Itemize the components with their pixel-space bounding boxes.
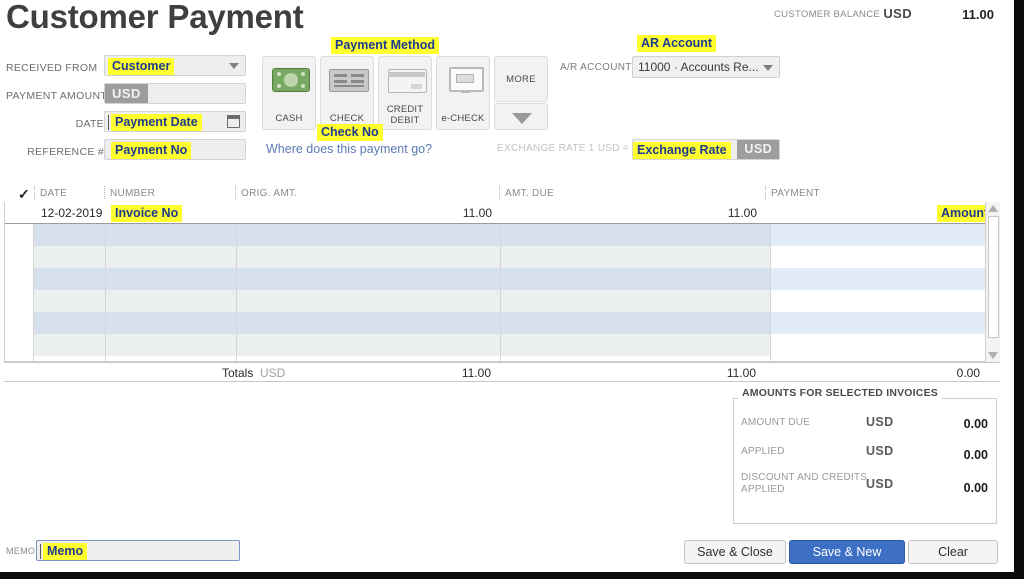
discount-credits-value: 0.00: [963, 481, 988, 495]
amount-annotation: Amount: [937, 205, 993, 222]
received-from-label: RECEIVED FROM: [6, 62, 98, 74]
payment-amount-label: PAYMENT AMOUNT: [6, 90, 108, 102]
payment-method-annotation: Payment Method: [331, 37, 440, 54]
cash-icon: [272, 68, 310, 92]
exchange-rate-currency: USD: [737, 140, 779, 159]
page-title: Customer Payment: [6, 0, 304, 35]
amount-due-value: 0.00: [963, 417, 988, 431]
select-all-checkmark-icon[interactable]: ✓: [18, 186, 30, 203]
column-header-orig-amt[interactable]: ORIG. AMT.: [241, 188, 297, 199]
payment-method-check[interactable]: CHECK: [320, 56, 374, 130]
payment-method-echeck-label: e-CHECK: [441, 113, 485, 124]
exchange-rate-annotation: Exchange Rate: [633, 142, 731, 159]
customer-balance-label: CUSTOMER BALANCE: [774, 9, 880, 20]
column-header-payment[interactable]: PAYMENT: [771, 188, 820, 199]
memo-label: MEMO: [6, 546, 36, 556]
grid-vertical-scrollbar[interactable]: [985, 202, 1000, 362]
date-field[interactable]: Payment Date: [104, 111, 246, 132]
check-icon: [329, 69, 369, 92]
ar-account-select[interactable]: 11000 · Accounts Re...: [632, 56, 780, 78]
window-bottom-edge: [0, 572, 1024, 579]
invoice-grid-body: 12-02-2019 Invoice No 11.00 11.00 Amount: [4, 202, 1000, 362]
column-header-date[interactable]: DATE: [40, 188, 67, 199]
where-does-payment-go-link[interactable]: Where does this payment go?: [266, 142, 432, 156]
cell-date: 12-02-2019: [41, 206, 103, 220]
window-right-edge: [1014, 0, 1024, 579]
totals-row: Totals USD 11.00 11.00 0.00: [4, 362, 1000, 382]
chevron-down-icon: [512, 113, 532, 124]
discount-credits-currency: USD: [866, 477, 894, 491]
clear-label: Clear: [938, 545, 968, 559]
save-and-new-label: Save & New: [812, 545, 882, 559]
echeck-monitor-icon: [449, 67, 484, 93]
payment-method-cash-label: CASH: [275, 113, 303, 124]
payment-amount-field[interactable]: USD: [104, 83, 246, 104]
cell-amt-due: 11.00: [727, 206, 757, 220]
invoice-grid-header: ✓ DATE NUMBER ORIG. AMT. AMT. DUE PAYMEN…: [4, 184, 1000, 203]
payment-method-credit-debit[interactable]: CREDIT DEBIT: [378, 56, 432, 130]
payment-method-more-button[interactable]: MORE: [494, 56, 548, 102]
customer-balance-currency: USD: [883, 6, 912, 21]
scrollbar-thumb[interactable]: [988, 216, 999, 338]
payment-method-echeck[interactable]: e-CHECK: [436, 56, 490, 130]
received-from-annotation: Customer: [108, 58, 175, 75]
memo-annotation: Memo: [43, 543, 88, 560]
exchange-rate-label: EXCHANGE RATE 1 USD =: [497, 143, 629, 154]
save-and-new-button[interactable]: Save & New: [789, 540, 905, 564]
totals-label: Totals: [222, 366, 254, 380]
calendar-icon[interactable]: [226, 114, 240, 128]
customer-balance-amount: 11.00: [962, 7, 994, 22]
chevron-down-icon[interactable]: [763, 65, 773, 71]
reference-label: REFERENCE #: [27, 146, 104, 158]
memo-input[interactable]: Memo: [36, 540, 240, 561]
reference-annotation: Payment No: [111, 142, 192, 159]
row-select-column: [5, 202, 33, 361]
customer-payment-window: Customer Payment CUSTOMER BALANCE USD 11…: [0, 0, 1024, 579]
payment-method-more-dropdown[interactable]: [494, 103, 548, 130]
invoice-grid: ✓ DATE NUMBER ORIG. AMT. AMT. DUE PAYMEN…: [4, 184, 1000, 382]
ar-account-label: A/R ACCOUNT: [560, 62, 632, 73]
applied-value: 0.00: [963, 448, 988, 462]
save-and-close-label: Save & Close: [697, 545, 773, 559]
payment-method-debit-label: DEBIT: [390, 115, 420, 126]
amounts-panel-title: AMOUNTS FOR SELECTED INVOICES: [738, 387, 942, 399]
amount-due-currency: USD: [866, 415, 894, 429]
ar-account-value: 11000 · Accounts Re...: [638, 60, 759, 74]
amount-due-label: AMOUNT DUE: [741, 417, 811, 428]
applied-label: APPLIED: [741, 446, 785, 457]
credit-card-icon: [388, 69, 427, 93]
totals-payment: 0.00: [956, 366, 980, 380]
date-annotation: Payment Date: [111, 114, 202, 131]
text-caret: [40, 544, 41, 559]
date-label: DATE: [75, 118, 104, 130]
payment-amount-currency: USD: [105, 84, 148, 103]
save-and-close-button[interactable]: Save & Close: [684, 540, 786, 564]
totals-amt-due: 11.00: [726, 366, 756, 380]
scroll-down-arrow-icon[interactable]: [988, 352, 998, 359]
chevron-down-icon[interactable]: [229, 63, 239, 69]
totals-orig-amt: 11.00: [461, 366, 491, 380]
totals-currency: USD: [260, 366, 286, 380]
text-caret: [108, 115, 109, 130]
received-from-field[interactable]: Customer: [104, 55, 246, 76]
table-row[interactable]: 12-02-2019 Invoice No 11.00 11.00 Amount: [5, 202, 993, 224]
column-header-amt-due[interactable]: AMT. DUE: [505, 188, 554, 199]
discount-credits-applied-label-line2: APPLIED: [741, 484, 785, 495]
column-header-number[interactable]: NUMBER: [110, 188, 155, 199]
payment-method-cash[interactable]: CASH: [262, 56, 316, 130]
discount-credits-applied-label-line1: DISCOUNT AND CREDITS: [741, 472, 868, 483]
payment-method-credit-label: CREDIT: [386, 104, 424, 115]
check-no-annotation: Check No: [317, 124, 383, 141]
reference-field[interactable]: Payment No: [104, 139, 246, 160]
cell-orig-amt: 11.00: [462, 206, 492, 220]
exchange-rate-field[interactable]: Exchange Rate USD: [632, 139, 780, 160]
applied-currency: USD: [866, 444, 894, 458]
payment-method-check-label: CHECK: [329, 113, 365, 124]
scroll-up-arrow-icon[interactable]: [988, 205, 998, 212]
clear-button[interactable]: Clear: [908, 540, 998, 564]
invoice-no-annotation: Invoice No: [111, 205, 183, 222]
payment-column: [770, 202, 985, 361]
ar-account-annotation: AR Account: [637, 35, 717, 52]
